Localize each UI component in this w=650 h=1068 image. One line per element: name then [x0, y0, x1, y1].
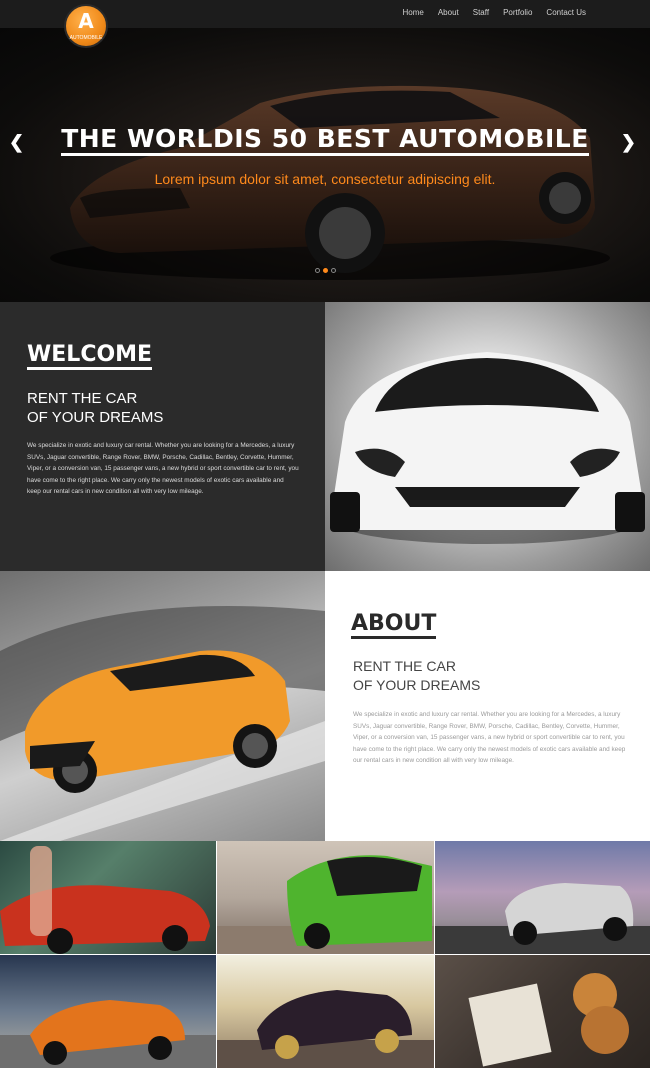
site-logo[interactable]: A AUTOMOBILE: [64, 4, 108, 48]
orange-car-image: [0, 571, 325, 841]
welcome-subheading-line2: OF YOUR DREAMS: [27, 409, 164, 426]
welcome-heading: WELCOME: [27, 342, 153, 370]
welcome-section: WELCOME RENT THE CAR OF YOUR DREAMS We s…: [0, 302, 325, 571]
hero-subtitle: Lorem ipsum dolor sit amet, consectetur …: [154, 171, 496, 187]
nav-item-staff[interactable]: Staff: [459, 8, 489, 17]
slider-dots: [315, 268, 336, 273]
logo-letter: A: [78, 9, 94, 33]
about-text: We specialize in exotic and luxury car r…: [353, 711, 626, 764]
welcome-text: We specialize in exotic and luxury car r…: [27, 442, 299, 495]
nav-item-about[interactable]: About: [424, 8, 459, 17]
white-car-image: [325, 302, 650, 571]
hero-title: THE WORLDIS 50 BEST AUTOMOBILE: [0, 124, 650, 156]
slider-dot-1[interactable]: [315, 268, 320, 273]
gallery-item-red-muscle-car[interactable]: [0, 841, 216, 954]
about-subheading: RENT THE CAR OF YOUR DREAMS: [353, 657, 480, 695]
hero-title-text: THE WORLDIS 50 BEST AUTOMOBILE: [61, 124, 589, 156]
gallery-item-silver-race-car[interactable]: [435, 841, 650, 954]
nav-item-home[interactable]: Home: [389, 8, 424, 17]
portfolio-gallery: [0, 841, 650, 1068]
slider-next-arrow-icon[interactable]: ❯: [621, 132, 636, 153]
nav-item-contact-us[interactable]: Contact Us: [532, 8, 586, 17]
gallery-item-orange-bmw[interactable]: [0, 955, 216, 1068]
nav-item-portfolio[interactable]: Portfolio: [489, 8, 532, 17]
welcome-heading-text: WELCOME: [27, 342, 153, 370]
about-heading-text: ABOUT: [351, 611, 437, 639]
gallery-item-green-drift-car[interactable]: [217, 841, 434, 954]
main-nav: Home About Staff Portfolio Contact Us: [389, 8, 587, 17]
welcome-subheading-line1: RENT THE CAR: [27, 390, 138, 407]
slider-prev-arrow-icon[interactable]: ❮: [9, 132, 24, 153]
hero-car-image: [50, 85, 610, 280]
welcome-subheading: RENT THE CAR OF YOUR DREAMS: [27, 389, 163, 427]
about-heading: ABOUT: [351, 611, 437, 639]
gallery-item-desk-stickers[interactable]: [435, 955, 650, 1068]
slider-dot-3[interactable]: [331, 268, 336, 273]
logo-subtext: AUTOMOBILE: [69, 35, 103, 41]
hero-slider: THE WORLDIS 50 BEST AUTOMOBILE Lorem ips…: [0, 28, 650, 302]
about-subheading-line1: RENT THE CAR: [353, 658, 456, 674]
about-subheading-line2: OF YOUR DREAMS: [353, 677, 481, 693]
gallery-item-black-sedan[interactable]: [217, 955, 434, 1068]
about-section: ABOUT RENT THE CAR OF YOUR DREAMS We spe…: [325, 571, 650, 841]
slider-dot-2[interactable]: [323, 268, 328, 273]
